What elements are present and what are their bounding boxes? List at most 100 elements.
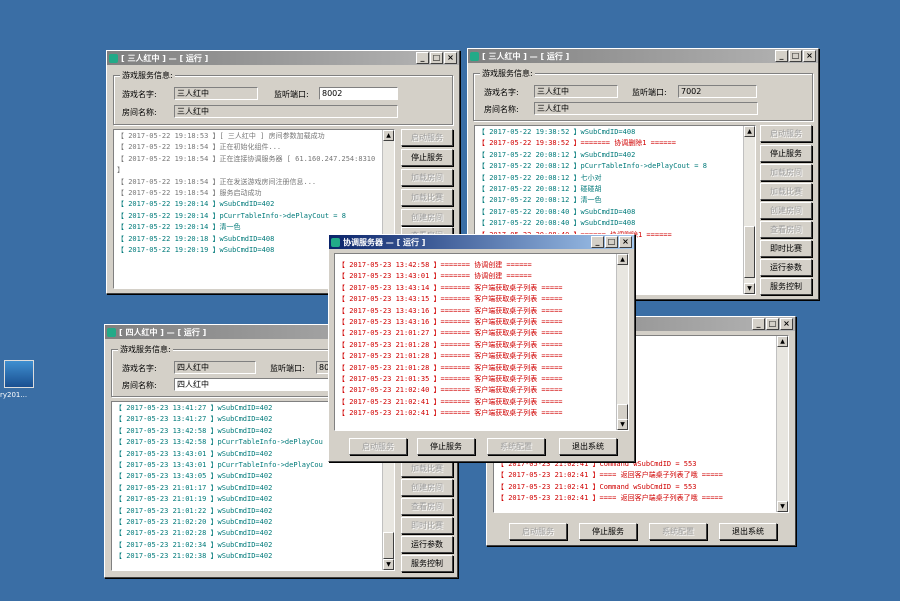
port-field[interactable]: 8002 [319, 87, 398, 100]
scroll-thumb[interactable] [383, 532, 394, 559]
group-legend: 游戏服务信息: [120, 70, 175, 81]
app-icon [470, 51, 479, 61]
log-line: 【 2017-05-23 21:01:28 】======= 客户端获取桌子列表… [338, 340, 563, 349]
room-name-label: 房间名称: [122, 108, 157, 117]
scroll-down-icon[interactable]: ▼ [617, 419, 628, 430]
log-line: 【 2017-05-22 19:18:54 】正在发送游戏房间注册信息... [117, 177, 317, 186]
log-line: 【 2017-05-23 21:01:17 】wSubCmdID=402 [115, 483, 273, 492]
minimize-icon[interactable]: _ [775, 50, 788, 62]
minimize-icon[interactable]: _ [752, 318, 765, 330]
exit-system-button[interactable]: 退出系统 [559, 438, 617, 455]
start-service-button[interactable]: 启动服务 [349, 438, 407, 455]
create-room-button[interactable]: 创建房间 [401, 209, 453, 226]
app-icon [107, 327, 116, 337]
instant-match-button[interactable]: 即时比赛 [760, 240, 812, 257]
run-params-button[interactable]: 运行参数 [401, 536, 453, 553]
load-room-button[interactable]: 加载房间 [401, 169, 453, 186]
log-line: 【 2017-05-23 21:01:35 】======= 客户端获取桌子列表… [338, 375, 563, 384]
start-service-button[interactable]: 启动服务 [401, 129, 453, 146]
log-scrollbar[interactable]: ▲ ▼ [776, 336, 788, 512]
log-line: 【 2017-05-22 20:08:12 】清一色 [478, 196, 602, 205]
scroll-up-icon[interactable]: ▲ [777, 336, 788, 347]
log-line: 【 2017-05-23 21:02:41 】Command wSubCmdID… [497, 482, 697, 491]
view-room-button[interactable]: 查看房间 [760, 221, 812, 238]
maximize-icon[interactable]: □ [789, 50, 802, 62]
log-line: 【 2017-05-23 21:02:28 】wSubCmdID=402 [115, 529, 273, 538]
log-line: 【 2017-05-22 19:20:14 】清一色 [117, 223, 241, 232]
game-name-field[interactable]: 三人红中 [534, 85, 618, 98]
stop-service-button[interactable]: 停止服务 [579, 523, 637, 540]
log-line: 【 2017-05-22 19:38:52 】wSubCmdID=408 [478, 128, 636, 136]
load-ratio-button[interactable]: 加载比赛 [401, 189, 453, 206]
log-scrollbar[interactable]: ▲ ▼ [743, 126, 755, 294]
log-panel[interactable]: 【 2017-05-23 13:42:58 】======= 协调创建 ====… [334, 253, 629, 431]
system-config-button[interactable]: 系统配置 [649, 523, 707, 540]
system-config-button[interactable]: 系统配置 [487, 438, 545, 455]
scroll-down-icon[interactable]: ▼ [744, 283, 755, 294]
window-title: 协调服务器 — [ 运行 ] [343, 237, 426, 247]
log-line: 【 2017-05-23 21:02:20 】wSubCmdID=402 [115, 518, 273, 527]
log-line: 【 2017-05-23 21:02:41 】======= 客户端获取桌子列表… [338, 397, 563, 406]
log-line: 【 2017-05-22 19:18:53 】[ 三人红中 ] 房间参数加载成功 [117, 132, 325, 140]
room-name-field[interactable]: 三人红中 [174, 105, 398, 118]
desktop-shortcut-label: ry201... [0, 391, 28, 399]
close-icon[interactable]: × [444, 52, 457, 64]
port-field[interactable]: 7002 [678, 85, 757, 98]
log-line: 【 2017-05-23 21:02:38 】wSubCmdID=402 [115, 552, 273, 561]
scroll-up-icon[interactable]: ▲ [617, 254, 628, 265]
minimize-icon[interactable]: _ [416, 52, 429, 64]
exit-system-button[interactable]: 退出系统 [719, 523, 777, 540]
instant-match-button[interactable]: 即时比赛 [401, 517, 453, 534]
log-line: 【 2017-05-22 19:38:52 】======= 协调删除1 ===… [478, 139, 676, 148]
stop-service-button[interactable]: 停止服务 [760, 145, 812, 162]
log-scrollbar[interactable]: ▲ ▼ [616, 254, 628, 430]
create-room-button[interactable]: 创建房间 [401, 479, 453, 496]
scroll-up-icon[interactable]: ▲ [383, 130, 394, 141]
load-ratio-button[interactable]: 加载比赛 [760, 183, 812, 200]
close-icon[interactable]: × [619, 236, 632, 248]
maximize-icon[interactable]: □ [766, 318, 779, 330]
service-control-button[interactable]: 服务控制 [760, 278, 812, 295]
stop-service-button[interactable]: 停止服务 [417, 438, 475, 455]
view-room-button[interactable]: 查看房间 [401, 498, 453, 515]
desktop-shortcut[interactable]: ry201... [0, 360, 40, 399]
scroll-thumb[interactable] [617, 404, 628, 420]
start-service-button[interactable]: 启动服务 [509, 523, 567, 540]
create-room-button[interactable]: 创建房间 [760, 202, 812, 219]
window-titlebar[interactable]: 协调服务器 — [ 运行 ] _ □ × [329, 235, 634, 249]
room-name-label: 房间名称: [484, 105, 519, 114]
log-line: 【 2017-05-22 20:08:40 】wSubCmdID=408 [478, 207, 636, 216]
maximize-icon[interactable]: □ [430, 52, 443, 64]
server-info-group: 游戏服务信息: 游戏名字: 三人红中 监听端口: 7002 房间名称: 三人红中 [473, 68, 813, 121]
window-titlebar[interactable]: [ 三人红中 ] — [ 运行 ] _ □ × [107, 51, 459, 65]
port-label: 监听端口: [270, 364, 305, 373]
log-line: 【 2017-05-23 13:43:16 】======= 客户端获取桌子列表… [338, 306, 563, 315]
game-name-field[interactable]: 四人红中 [174, 361, 256, 374]
close-icon[interactable]: × [803, 50, 816, 62]
coord-server-window[interactable]: 协调服务器 — [ 运行 ] _ □ × 【 2017-05-23 13:42:… [328, 234, 635, 462]
game-name-label: 游戏名字: [122, 364, 157, 373]
log-line: 】 [117, 166, 124, 175]
log-line: 【 2017-05-23 21:02:41 】==== 返回客户端桌子列表了哦 … [497, 494, 723, 503]
scroll-up-icon[interactable]: ▲ [744, 126, 755, 137]
window-titlebar[interactable]: [ 三人红中 ] — [ 运行 ] _ □ × [468, 49, 818, 63]
scroll-thumb[interactable] [744, 226, 755, 278]
minimize-icon[interactable]: _ [591, 236, 604, 248]
log-line: 【 2017-05-23 13:43:05 】wSubCmdID=402 [115, 472, 273, 481]
game-name-label: 游戏名字: [122, 90, 157, 99]
load-room-button[interactable]: 加载房间 [760, 164, 812, 181]
start-service-button[interactable]: 启动服务 [760, 125, 812, 142]
scroll-down-icon[interactable]: ▼ [777, 501, 788, 512]
close-icon[interactable]: × [780, 318, 793, 330]
scroll-down-icon[interactable]: ▼ [383, 559, 394, 570]
log-line: 【 2017-05-23 21:02:34 】wSubCmdID=402 [115, 540, 273, 549]
log-line: 【 2017-05-23 21:01:28 】======= 客户端获取桌子列表… [338, 363, 563, 372]
service-control-button[interactable]: 服务控制 [401, 555, 453, 572]
stop-service-button[interactable]: 停止服务 [401, 149, 453, 166]
load-ratio-button[interactable]: 加载比赛 [401, 460, 453, 477]
maximize-icon[interactable]: □ [605, 236, 618, 248]
room-name-field[interactable]: 三人红中 [534, 102, 758, 115]
run-params-button[interactable]: 运行参数 [760, 259, 812, 276]
log-line: 【 2017-05-22 19:20:14 】pCurrTableInfo->d… [117, 211, 346, 220]
game-name-field[interactable]: 三人红中 [174, 87, 258, 100]
